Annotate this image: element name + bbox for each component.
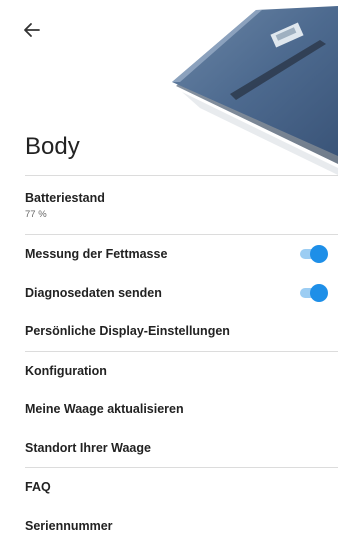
faq-item[interactable]: FAQ <box>0 468 338 507</box>
diagnostics-toggle[interactable] <box>300 283 328 302</box>
configuration-item[interactable]: Konfiguration <box>0 352 338 391</box>
toggle-knob <box>310 283 328 302</box>
back-button[interactable] <box>22 20 50 48</box>
diagnostics-item[interactable]: Diagnosedaten senden <box>0 274 338 313</box>
scale-location-item[interactable]: Standort Ihrer Waage <box>0 429 338 468</box>
toggle-knob <box>310 245 328 264</box>
update-scale-item[interactable]: Meine Waage aktualisieren <box>0 390 338 429</box>
display-settings-label: Persönliche Display-Einstellungen <box>25 324 230 339</box>
faq-label: FAQ <box>25 480 51 495</box>
fat-mass-measurement-item[interactable]: Messung der Fettmasse <box>0 235 338 274</box>
fat-mass-label: Messung der Fettmasse <box>25 247 168 262</box>
battery-value: 77 % <box>25 208 47 220</box>
battery-label: Batteriestand <box>25 190 105 205</box>
scale-location-label: Standort Ihrer Waage <box>25 440 151 455</box>
fat-mass-toggle[interactable] <box>300 245 328 264</box>
header: Body <box>0 0 338 175</box>
configuration-label: Konfiguration <box>25 363 107 378</box>
serial-number-item[interactable]: Seriennummer <box>0 507 338 539</box>
page-title: Body <box>25 133 80 160</box>
update-scale-label: Meine Waage aktualisieren <box>25 402 184 417</box>
battery-status-item[interactable]: Batteriestand 77 % <box>0 176 338 234</box>
arrow-left-icon <box>24 23 40 37</box>
diagnostics-label: Diagnosedaten senden <box>25 285 162 300</box>
display-settings-item[interactable]: Persönliche Display-Einstellungen <box>0 312 338 351</box>
serial-number-label: Seriennummer <box>25 518 113 533</box>
